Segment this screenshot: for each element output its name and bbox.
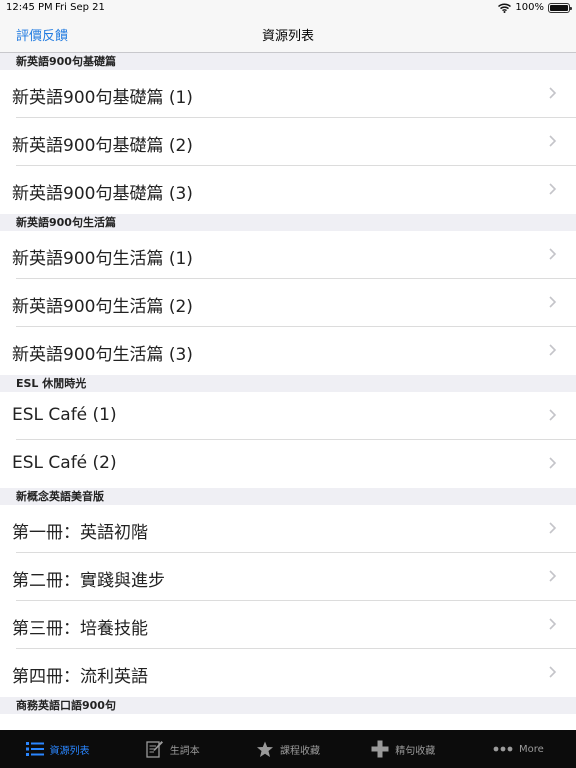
tab-course-favorites[interactable]: 課程收藏: [230, 730, 345, 768]
chevron-right-icon: [549, 183, 557, 195]
tab-label: 精句收藏: [395, 745, 436, 757]
battery-percent: 100%: [515, 2, 544, 13]
notebook-icon: [146, 741, 163, 758]
list-item[interactable]: 新英語900句生活篇 (1): [0, 231, 576, 279]
star-icon: [257, 741, 273, 757]
tab-label: 課程收藏: [280, 745, 320, 757]
section-header: 新英語900句生活篇: [0, 214, 576, 231]
chevron-right-icon: [549, 570, 557, 582]
chevron-right-icon: [549, 666, 557, 678]
section-header: ESL 休閒時光: [0, 375, 576, 392]
resource-list[interactable]: 新英語900句基礎篇新英語900句基礎篇 (1) 新英語900句基礎篇 (2) 新英…: [0, 53, 576, 730]
status-time: 12:45 PM: [6, 2, 53, 13]
list-item[interactable]: 第二冊：實踐與進步: [0, 553, 576, 601]
list-item-label: 新英語900句基礎篇 (1): [12, 88, 193, 108]
section-header: 商務英語口語900句: [0, 697, 576, 714]
list-item-label: 新英語900句生活篇 (3): [12, 345, 193, 365]
tab-resource-list[interactable]: 資源列表: [0, 730, 115, 768]
list-item-label: 第四冊：流利英語: [12, 667, 148, 687]
status-date: Fri Sep 21: [55, 2, 105, 13]
list-item[interactable]: ESL Café (2): [0, 440, 576, 488]
battery-icon: [548, 2, 572, 13]
chevron-right-icon: [549, 457, 557, 469]
list-item-label: 第三冊：培養技能: [12, 619, 148, 639]
tab-label: More: [519, 743, 544, 755]
list-item[interactable]: 新英語900句生活篇 (2): [0, 279, 576, 327]
page-title: 資源列表: [261, 29, 314, 44]
chevron-right-icon: [549, 522, 557, 534]
list-item-label: 新英語900句基礎篇 (3): [12, 184, 193, 204]
chevron-right-icon: [549, 296, 557, 308]
chevron-right-icon: [549, 344, 557, 356]
chevron-right-icon: [549, 135, 557, 147]
tab-more[interactable]: More: [461, 730, 576, 768]
list-item-label: ESL Café (2): [12, 453, 117, 473]
chevron-right-icon: [549, 618, 557, 630]
more-dots-icon: [493, 746, 513, 752]
section-header: 新英語900句基礎篇: [0, 53, 576, 70]
list-item[interactable]: 商務英語900句 Unit 01-10: [0, 714, 576, 730]
status-right: 100%: [498, 2, 572, 13]
list-item[interactable]: 第一冊：英語初階: [0, 505, 576, 553]
list-item[interactable]: 新英語900句基礎篇 (2): [0, 118, 576, 166]
list-item-label: ESL Café (1): [12, 405, 117, 425]
section-header: 新概念英語美音版: [0, 488, 576, 505]
list-item[interactable]: 新英語900句生活篇 (3): [0, 327, 576, 375]
navigation-bar: 評價反饋 資源列表: [0, 16, 576, 53]
list-icon: [25, 742, 44, 756]
wifi-icon: [498, 2, 512, 13]
list-item-label: 第一冊：英語初階: [12, 523, 148, 543]
list-item-label: 第二冊：實踐與進步: [12, 571, 165, 591]
list-item[interactable]: 新英語900句基礎篇 (1): [0, 70, 576, 118]
list-item-label: 新英語900句生活篇 (2): [12, 297, 193, 317]
tab-vocabulary[interactable]: 生詞本: [115, 730, 230, 768]
list-item-label: 新英語900句生活篇 (1): [12, 249, 193, 269]
list-item[interactable]: ESL Café (1): [0, 392, 576, 440]
plus-icon: [371, 740, 389, 758]
tab-label: 生詞本: [169, 745, 200, 757]
list-item[interactable]: 第四冊：流利英語: [0, 649, 576, 697]
chevron-right-icon: [549, 87, 557, 99]
list-item[interactable]: 第三冊：培養技能: [0, 601, 576, 649]
list-item[interactable]: 新英語900句基礎篇 (3): [0, 166, 576, 214]
tab-label: 資源列表: [49, 745, 90, 757]
status-bar: 12:45 PM Fri Sep 21 100%: [0, 0, 576, 16]
list-item-label: 新英語900句基礎篇 (2): [12, 136, 193, 156]
tab-sentence-favorites[interactable]: 精句收藏: [346, 730, 461, 768]
chevron-right-icon: [549, 409, 557, 421]
chevron-right-icon: [549, 248, 557, 260]
tab-bar: 資源列表 生詞本 課程收藏 精句收藏 More: [0, 730, 576, 768]
